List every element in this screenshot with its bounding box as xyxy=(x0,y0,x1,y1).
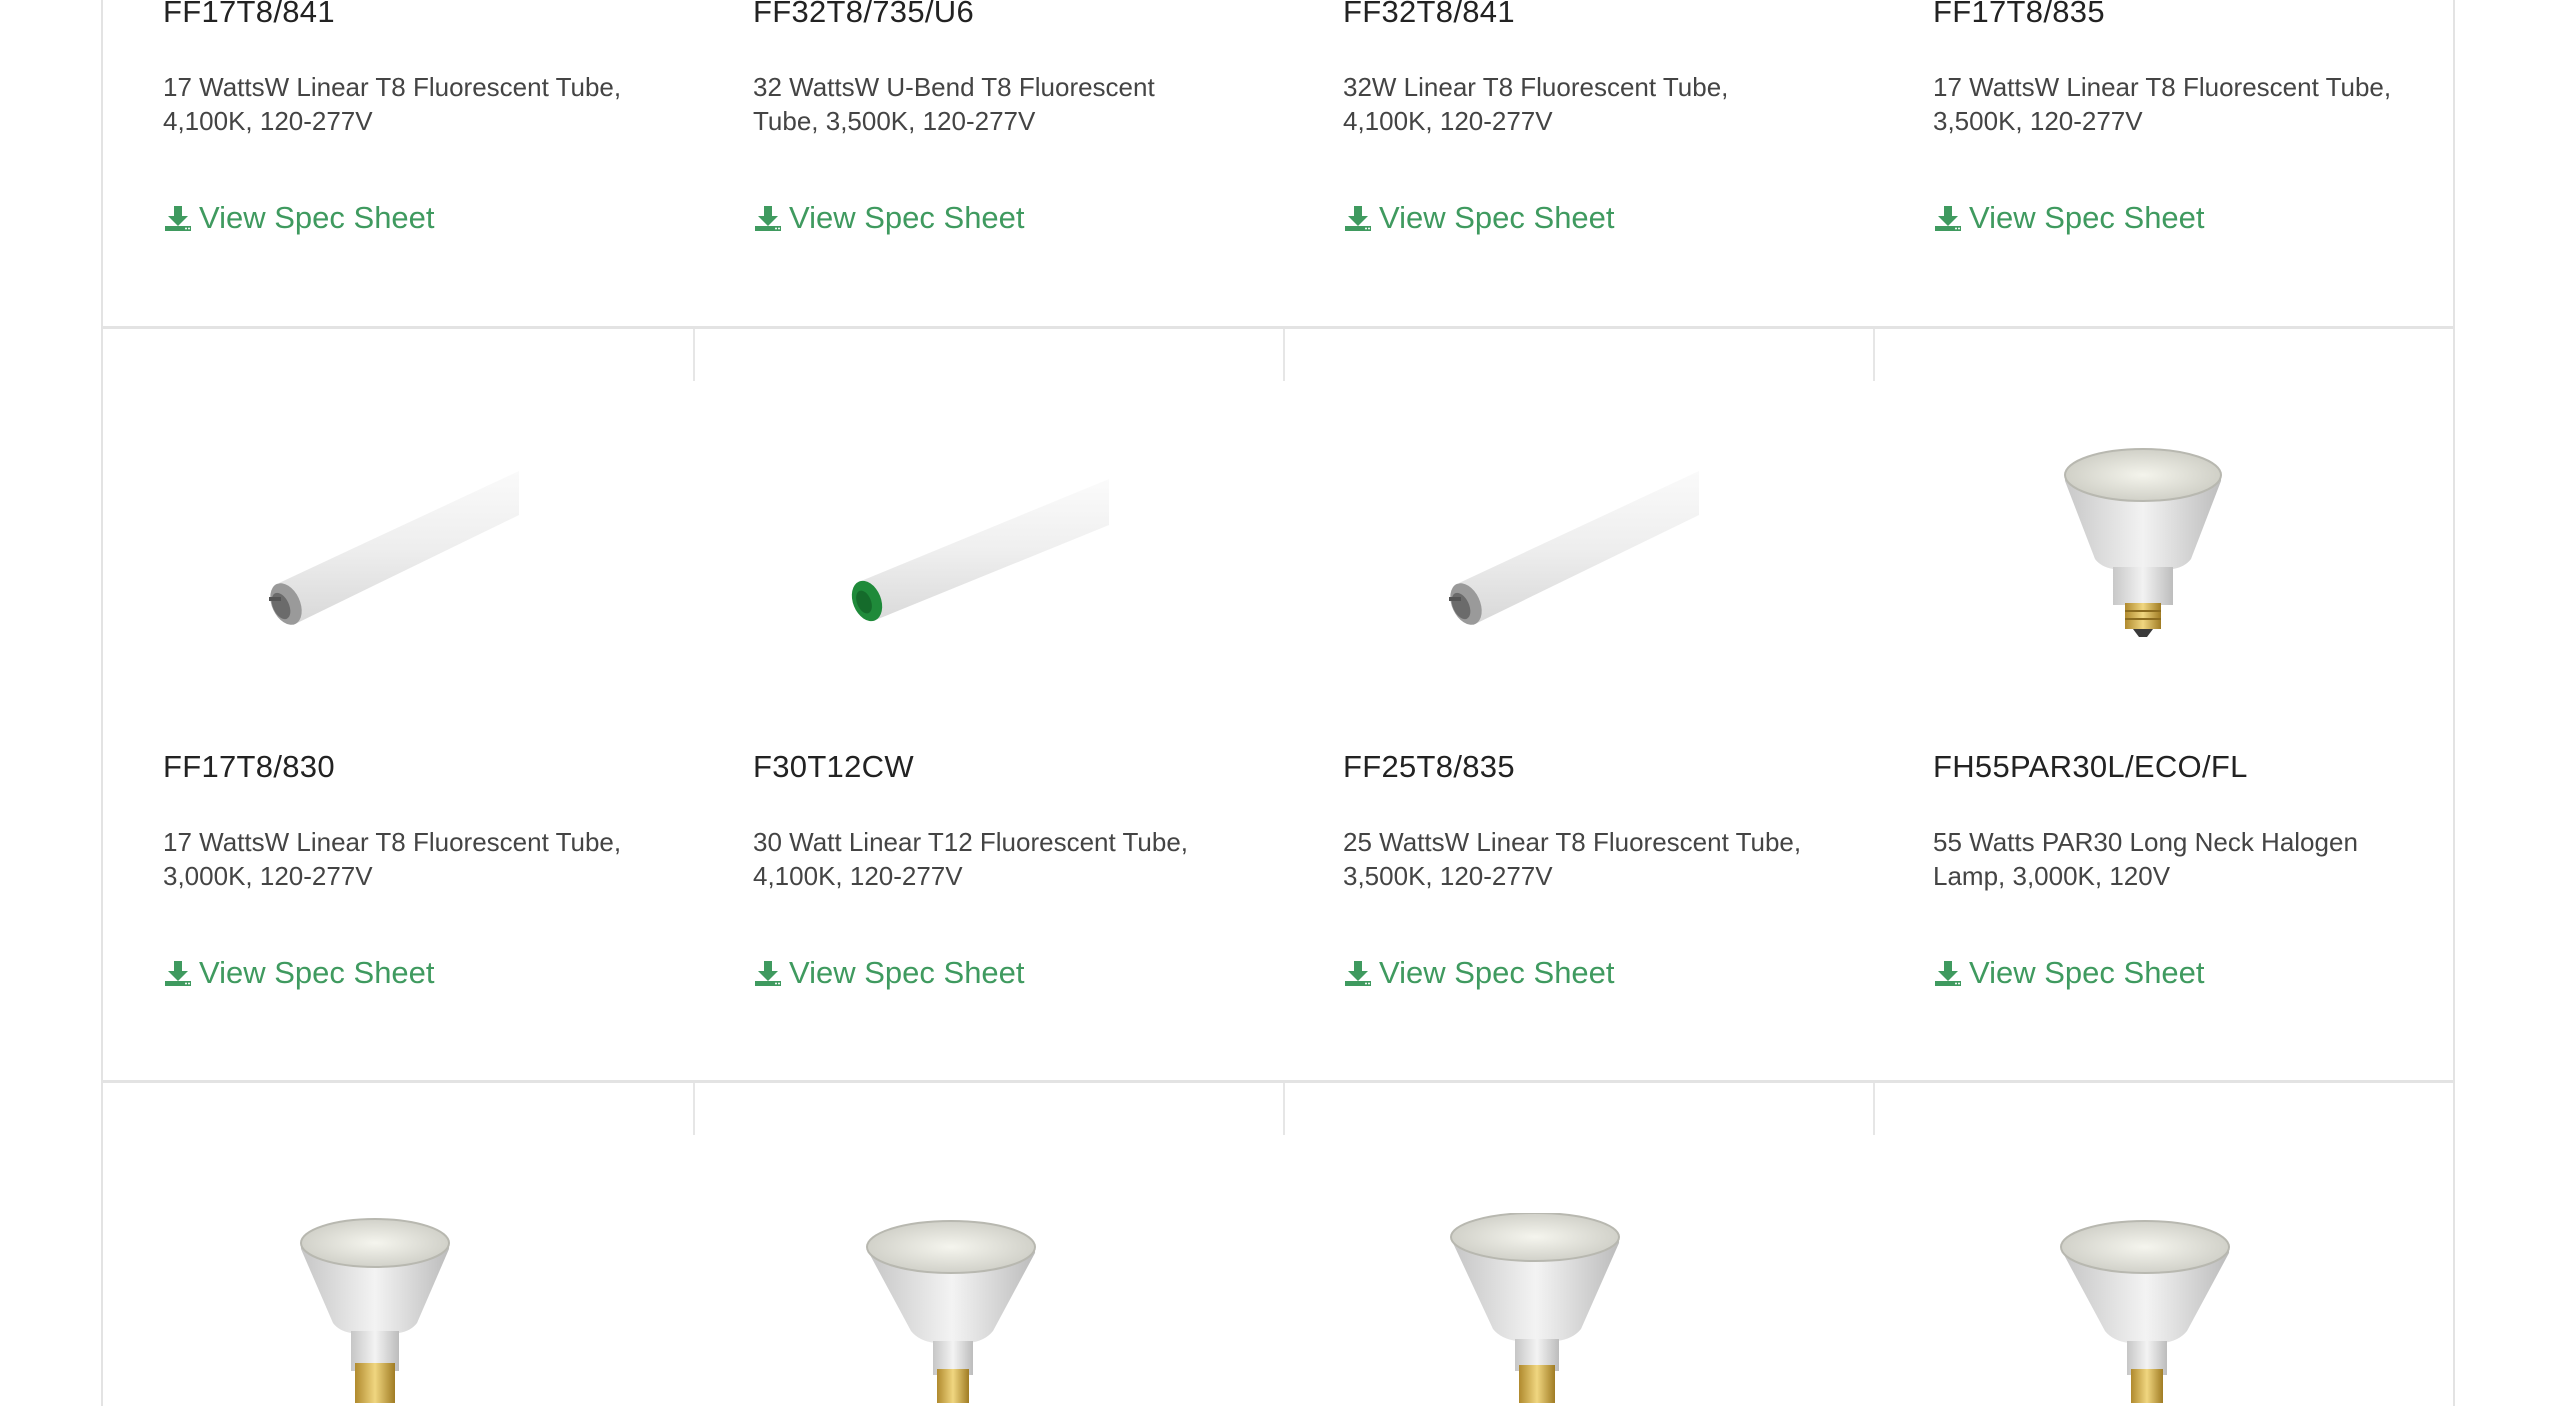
download-icon xyxy=(1935,961,1961,986)
product-description: 32 WattsW U-Bend T8 Fluorescent Tube, 3,… xyxy=(753,72,1155,136)
fluorescent-tube-image xyxy=(269,471,519,625)
view-spec-sheet-label: View Spec Sheet xyxy=(199,955,435,990)
download-icon xyxy=(1345,961,1371,986)
product-card: FF25T8/835 25 WattsW Linear T8 Fluoresce… xyxy=(1283,329,1871,1083)
product-image-link[interactable] xyxy=(1873,1213,2453,1406)
product-description: 30 Watt Linear T12 Fluorescent Tube, 4,1… xyxy=(753,827,1189,891)
product-grid: FF17T8/841 17 WattsW Linear T8 Fluoresce… xyxy=(101,0,2455,1406)
view-spec-sheet-label: View Spec Sheet xyxy=(789,955,1025,990)
product-sku[interactable]: FF17T8/841 xyxy=(163,0,335,30)
par-halogen-lamp-image xyxy=(1450,1213,1620,1403)
view-spec-sheet-label: View Spec Sheet xyxy=(1379,955,1615,990)
product-description: 17 WattsW Linear T8 Fluorescent Tube, 4,… xyxy=(163,72,622,136)
download-icon xyxy=(755,961,781,986)
product-card: FF17T8/841 17 WattsW Linear T8 Fluoresce… xyxy=(103,0,691,330)
product-description: 55 Watts PAR30 Long Neck Halogen Lamp, 3… xyxy=(1933,827,2358,891)
product-sku[interactable]: FF17T8/835 xyxy=(1933,0,2105,30)
product-sku[interactable]: FF32T8/841 xyxy=(1343,0,1515,30)
view-spec-sheet-link[interactable]: View Spec Sheet xyxy=(163,200,435,236)
par-halogen-lamp-image xyxy=(2060,1220,2230,1403)
download-icon xyxy=(755,206,781,231)
product-row-2: FF17T8/830 17 WattsW Linear T8 Fluoresce… xyxy=(103,329,2453,1083)
view-spec-sheet-label: View Spec Sheet xyxy=(1969,200,2205,235)
product-sku[interactable]: F30T12CW xyxy=(753,749,914,785)
product-image-link[interactable] xyxy=(693,439,1281,699)
view-spec-sheet-label: View Spec Sheet xyxy=(789,200,1025,235)
download-icon xyxy=(1935,206,1961,231)
download-icon xyxy=(1345,206,1371,231)
view-spec-sheet-link[interactable]: View Spec Sheet xyxy=(1343,200,1615,236)
product-image-link[interactable] xyxy=(1873,439,2453,699)
product-row-1: FF17T8/841 17 WattsW Linear T8 Fluoresce… xyxy=(103,0,2453,330)
product-card: F30T12CW 30 Watt Linear T12 Fluorescent … xyxy=(693,329,1281,1083)
product-card xyxy=(1873,1083,2453,1406)
par-halogen-lamp-image xyxy=(866,1220,1036,1403)
product-card xyxy=(103,1083,691,1406)
product-card: FF17T8/835 17 WattsW Linear T8 Fluoresce… xyxy=(1873,0,2453,330)
view-spec-sheet-link[interactable]: View Spec Sheet xyxy=(1343,955,1615,991)
view-spec-sheet-link[interactable]: View Spec Sheet xyxy=(1933,200,2205,236)
fluorescent-tube-green-end-image xyxy=(851,479,1109,622)
view-spec-sheet-link[interactable]: View Spec Sheet xyxy=(163,955,435,991)
product-card: FH55PAR30L/ECO/FL 55 Watts PAR30 Long Ne… xyxy=(1873,329,2453,1083)
download-icon xyxy=(165,206,191,231)
product-sku[interactable]: FF25T8/835 xyxy=(1343,749,1515,785)
product-sku[interactable]: FF17T8/830 xyxy=(163,749,335,785)
product-sku[interactable]: FH55PAR30L/ECO/FL xyxy=(1933,749,2248,785)
product-card xyxy=(1283,1083,1871,1406)
product-image-link[interactable] xyxy=(1283,439,1871,699)
view-spec-sheet-link[interactable]: View Spec Sheet xyxy=(753,955,1025,991)
product-image-link[interactable] xyxy=(103,1213,691,1406)
product-description: 17 WattsW Linear T8 Fluorescent Tube, 3,… xyxy=(1933,72,2392,136)
product-description: 17 WattsW Linear T8 Fluorescent Tube, 3,… xyxy=(163,827,622,891)
product-sku[interactable]: FF32T8/735/U6 xyxy=(753,0,974,30)
product-image-link[interactable] xyxy=(103,439,691,699)
product-card: FF32T8/735/U6 32 WattsW U-Bend T8 Fluore… xyxy=(693,0,1281,330)
product-description: 25 WattsW Linear T8 Fluorescent Tube, 3,… xyxy=(1343,827,1802,891)
download-icon xyxy=(165,961,191,986)
product-card: FF17T8/830 17 WattsW Linear T8 Fluoresce… xyxy=(103,329,691,1083)
view-spec-sheet-link[interactable]: View Spec Sheet xyxy=(1933,955,2205,991)
view-spec-sheet-link[interactable]: View Spec Sheet xyxy=(753,200,1025,236)
product-image-link[interactable] xyxy=(1283,1213,1871,1406)
product-card: FF32T8/841 32W Linear T8 Fluorescent Tub… xyxy=(1283,0,1871,330)
par-halogen-lamp-image xyxy=(300,1218,450,1403)
par30-halogen-lamp-image xyxy=(2064,448,2222,637)
product-description: 32W Linear T8 Fluorescent Tube, 4,100K, … xyxy=(1343,72,1729,136)
view-spec-sheet-label: View Spec Sheet xyxy=(1379,200,1615,235)
product-card xyxy=(693,1083,1281,1406)
view-spec-sheet-label: View Spec Sheet xyxy=(1969,955,2205,990)
product-image-link[interactable] xyxy=(693,1213,1281,1406)
fluorescent-tube-image xyxy=(1449,471,1699,625)
product-row-3 xyxy=(103,1083,2453,1406)
view-spec-sheet-label: View Spec Sheet xyxy=(199,200,435,235)
